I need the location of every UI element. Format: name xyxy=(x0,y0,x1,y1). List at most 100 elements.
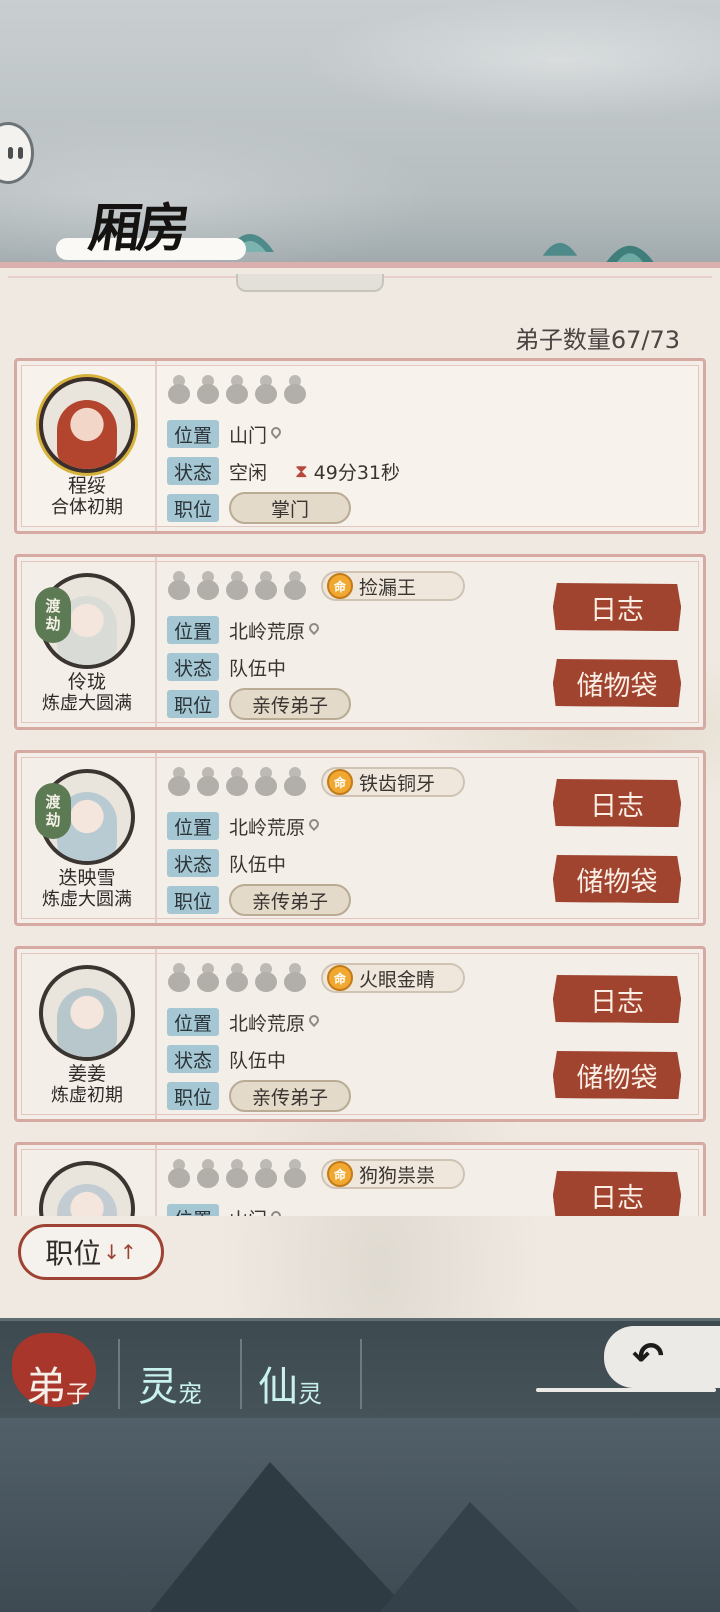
position-button[interactable]: 亲传弟子 xyxy=(229,688,351,720)
trait-badge[interactable]: 命 铁齿铜牙 xyxy=(321,767,465,797)
back-button[interactable]: ↶ xyxy=(536,1322,720,1392)
avatar[interactable] xyxy=(39,965,135,1061)
location-label: 位置 xyxy=(167,1008,219,1036)
trait-badge[interactable]: 命 狗狗祟祟 xyxy=(321,1159,465,1189)
tab-spirit-pets[interactable]: 灵 宠 xyxy=(122,1329,240,1413)
disciple-name: 伶珑 xyxy=(67,671,106,693)
mountain-landscape xyxy=(0,1418,720,1612)
position-row: 职位 亲传弟子 xyxy=(167,688,351,720)
mountain-shape xyxy=(150,1462,410,1612)
timer: ⧗ 49分31秒 xyxy=(295,458,400,485)
location-row: 位置 山门 xyxy=(167,419,281,449)
tab-immortal-spirits[interactable]: 仙 灵 xyxy=(244,1329,362,1413)
disciple-count: 弟子数量67/73 xyxy=(514,326,680,354)
location-text: 北岭荒原 xyxy=(229,1012,306,1035)
panel-top-tab xyxy=(236,274,384,292)
log-button[interactable]: 日志 xyxy=(553,975,681,1023)
avatar[interactable] xyxy=(39,377,135,473)
location-pin-icon xyxy=(309,623,319,637)
disciple-card[interactable]: 姜姜 炼虚初期 命 火眼金睛 位置 北岭荒原 状态 队伍中 职位 亲传弟子 日志… xyxy=(14,946,706,1122)
trait-label: 铁齿铜牙 xyxy=(359,772,436,795)
gourd-icon xyxy=(283,1159,307,1189)
gourd-icon xyxy=(225,1159,249,1189)
storage-bag-button[interactable]: 储物袋 xyxy=(553,855,681,903)
disciple-card[interactable]: 渡劫 迭映雪 炼虚大圆满 命 铁齿铜牙 位置 北岭荒原 状态 队伍中 职位 亲传… xyxy=(14,750,706,926)
pine-decoration-icon xyxy=(600,232,660,266)
position-row: 职位 掌门 xyxy=(167,492,351,524)
mountain-shape xyxy=(380,1502,580,1612)
position-label: 职位 xyxy=(167,494,219,522)
location-row: 位置 北岭荒原 xyxy=(167,1007,319,1037)
status-value: 队伍中 xyxy=(229,657,287,680)
gourd-icon xyxy=(196,963,220,993)
tab-sublabel: 子 xyxy=(66,1380,90,1408)
gourd-icon xyxy=(283,767,307,797)
location-row: 位置 北岭荒原 xyxy=(167,811,319,841)
tab-label: 灵 xyxy=(138,1364,178,1410)
status-value: 空闲 xyxy=(229,461,268,484)
status-label: 状态 xyxy=(167,653,219,681)
location-label: 位置 xyxy=(167,616,219,644)
avatar[interactable] xyxy=(39,1161,135,1216)
gourd-icon xyxy=(254,375,278,405)
position-label: 职位 xyxy=(167,1082,219,1110)
disciple-name: 程绥 xyxy=(67,475,106,497)
disciple-realm: 合体初期 xyxy=(51,497,123,518)
location-text: 山门 xyxy=(229,424,268,447)
gourd-icon xyxy=(283,571,307,601)
dujie-badge: 渡劫 xyxy=(35,587,71,643)
tab-disciples[interactable]: 弟 子 xyxy=(4,1329,122,1413)
gourd-rating xyxy=(167,571,307,601)
disciple-card[interactable]: 渡劫 伶珑 炼虚大圆满 命 捡漏王 位置 北岭荒原 状态 队伍中 职位 亲传弟子… xyxy=(14,554,706,730)
location-pin-icon xyxy=(309,1015,319,1029)
status-value: 队伍中 xyxy=(229,1049,287,1072)
position-button[interactable]: 亲传弟子 xyxy=(229,1080,351,1112)
location-value: 北岭荒原 xyxy=(229,1009,319,1036)
gourd-icon xyxy=(196,375,220,405)
storage-bag-button[interactable]: 储物袋 xyxy=(553,659,681,707)
avatar-column: 渡劫 伶珑 炼虚大圆满 xyxy=(17,557,157,727)
position-label: 职位 xyxy=(167,886,219,914)
location-value: 北岭荒原 xyxy=(229,617,319,644)
position-button[interactable]: 亲传弟子 xyxy=(229,884,351,916)
log-button[interactable]: 日志 xyxy=(553,779,681,827)
position-label: 职位 xyxy=(167,690,219,718)
timer-value: 49分31秒 xyxy=(313,461,401,484)
disciple-list[interactable]: 程绥 合体初期 位置 山门 状态 空闲 ⧗ 49分31秒 职位 掌门 渡 劫 伶… xyxy=(14,358,706,1216)
status-row: 状态 队伍中 xyxy=(167,1044,286,1074)
log-button[interactable]: 日志 xyxy=(553,583,681,631)
gourd-icon xyxy=(167,571,191,601)
sort-label: 职位 xyxy=(45,1237,102,1270)
ming-icon: 命 xyxy=(327,573,353,599)
disciple-card[interactable]: 程绥 合体初期 位置 山门 状态 空闲 ⧗ 49分31秒 职位 掌门 xyxy=(14,358,706,534)
position-button[interactable]: 掌门 xyxy=(229,492,351,524)
log-button[interactable]: 日志 xyxy=(553,1171,681,1216)
avatar-column xyxy=(17,1145,157,1216)
disciple-realm: 炼虚初期 xyxy=(51,1085,123,1106)
location-label: 位置 xyxy=(167,812,219,840)
gourd-icon xyxy=(225,963,249,993)
disciple-card[interactable]: 命 狗狗祟祟 位置 山门 日志 xyxy=(14,1142,706,1216)
location-value: 北岭荒原 xyxy=(229,813,319,840)
gourd-icon xyxy=(283,375,307,405)
sort-by-position-button[interactable]: 职位 ↓↑ xyxy=(18,1224,164,1280)
status-row: 状态 队伍中 xyxy=(167,652,286,682)
trait-badge[interactable]: 命 火眼金睛 xyxy=(321,963,465,993)
ming-icon: 命 xyxy=(327,965,353,991)
storage-bag-button[interactable]: 储物袋 xyxy=(553,1051,681,1099)
trait-badge[interactable]: 命 捡漏王 xyxy=(321,571,465,601)
sort-arrows-icon: ↓↑ xyxy=(103,1240,137,1264)
disciple-name: 迭映雪 xyxy=(58,867,116,889)
location-text: 山门 xyxy=(229,1205,267,1217)
gourd-icon xyxy=(196,1159,220,1189)
gourd-icon xyxy=(254,767,278,797)
tab-label: 仙 xyxy=(258,1364,298,1410)
gourd-icon xyxy=(196,767,220,797)
gourd-icon xyxy=(167,767,191,797)
status-label: 状态 xyxy=(167,457,219,485)
hourglass-icon: ⧗ xyxy=(295,460,308,482)
position-row: 职位 亲传弟子 xyxy=(167,884,351,916)
avatar-column: 程绥 合体初期 xyxy=(17,361,157,531)
tab-divider xyxy=(360,1339,362,1409)
tab-label: 弟 xyxy=(26,1364,66,1410)
